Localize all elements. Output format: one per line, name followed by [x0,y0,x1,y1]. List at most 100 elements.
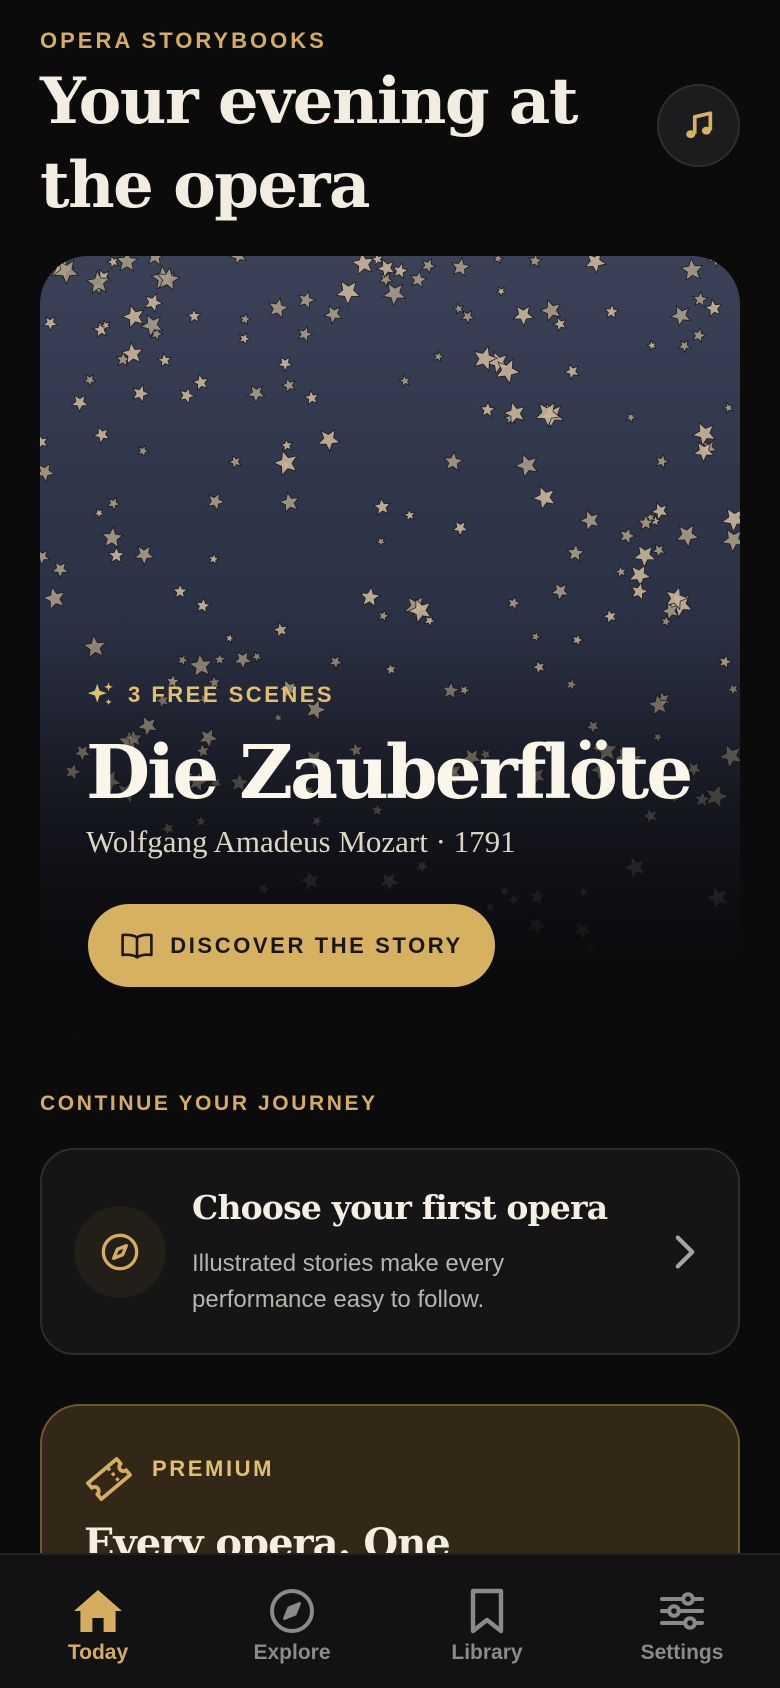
star-shape [121,304,145,329]
opera-composer-year: Wolfgang Amadeus Mozart · 1791 [86,824,516,859]
discover-story-button[interactable]: DISCOVER THE STORY [88,904,495,987]
star-shape [239,312,253,326]
star-shape [451,520,469,538]
star-shape [115,256,139,272]
tab-library[interactable]: Library [417,1587,557,1665]
star-shape [720,528,740,553]
star-shape [229,256,247,266]
star-shape [334,280,362,306]
star-shape [669,304,692,328]
star-shape [733,256,740,266]
star-shape [132,383,151,404]
app-eyebrow: OPERA STORYBOOKS [40,28,327,53]
tab-settings[interactable]: Settings [612,1587,752,1665]
tab-library-label: Library [451,1641,523,1664]
ticket-icon [86,1457,132,1501]
star-shape [443,450,465,472]
free-scenes-label: 3 FREE SCENES [128,682,335,707]
tab-today-label: Today [67,1641,129,1664]
star-shape [206,492,226,512]
star-shape [551,316,567,332]
star-shape [375,536,387,548]
star-shape [178,386,196,405]
discover-story-label: DISCOVER THE STORY [170,932,463,958]
star-shape [372,497,392,516]
star-shape [502,401,526,426]
star-shape [297,290,317,310]
star-shape [614,564,628,579]
star-shape [563,363,580,381]
star-shape [156,352,173,368]
star-shape [267,296,290,319]
compass-icon [270,1589,314,1633]
star-shape [147,256,163,266]
star-shape [495,286,507,298]
tab-today[interactable]: Today [28,1587,168,1665]
star-shape [692,290,709,308]
star-shape [40,549,51,566]
star-shape [136,444,150,458]
compass-badge [74,1206,166,1298]
star-shape [92,426,111,445]
tab-explore[interactable]: Explore [222,1587,362,1665]
tab-bar: Today Explore Library Settings [0,1553,780,1688]
star-shape [40,434,49,449]
star-shape [207,552,221,565]
star-shape [691,327,708,344]
star-shape [619,526,637,546]
star-shape [82,373,97,388]
journey-card-title: Choose your first opera [192,1188,608,1227]
free-scenes-badge: 3 FREE SCENES [86,680,334,710]
today-screen: OPERA STORYBOOKS Your evening at the ope… [0,0,780,1688]
star-shape [238,331,252,346]
star-shape [473,345,499,372]
star-shape [93,507,105,520]
premium-label: PREMIUM [152,1456,275,1481]
star-shape [276,356,294,373]
star-shape [495,358,522,385]
star-shape [409,270,428,289]
page-title: Your evening at the opera [40,64,578,223]
chevron-right-icon [675,1235,695,1269]
music-note-icon [685,110,712,138]
star-shape [514,453,539,478]
star-shape [650,501,669,521]
star-shape [133,545,155,566]
star-shape [527,256,543,269]
star-shape [398,374,412,388]
star-shape [679,257,704,282]
star-shape [677,339,692,354]
open-book-icon [121,933,153,959]
compass-icon [101,1233,139,1271]
star-shape [550,582,570,602]
sparkles-icon [87,682,113,705]
star-shape [278,491,300,514]
star-shape [279,438,294,452]
choose-first-opera-card[interactable]: Choose your first opera Illustrated stor… [40,1148,740,1355]
featured-opera-card[interactable]: 3 FREE SCENES Die Zauberflöte Wolfgang A… [40,256,740,1036]
star-shape [632,544,657,569]
star-shape [280,377,296,394]
star-shape [272,449,298,477]
star-shape [566,543,586,563]
star-shape [107,546,126,564]
star-shape [172,583,189,599]
star-shape [628,564,652,588]
star-shape [42,315,59,332]
star-shape [101,525,125,549]
star-shape [246,384,266,404]
star-shape [493,256,505,265]
star-shape [51,561,70,579]
star-shape [703,298,723,318]
music-button[interactable] [657,84,740,167]
star-shape [227,454,242,470]
star-shape [191,373,210,392]
star-shape [143,292,164,314]
tab-explore-label: Explore [253,1641,331,1664]
home-icon [74,1590,122,1632]
star-shape [625,411,638,424]
star-shape [322,304,343,325]
star-shape [479,401,497,418]
star-shape [675,524,700,549]
star-shape [450,256,472,278]
